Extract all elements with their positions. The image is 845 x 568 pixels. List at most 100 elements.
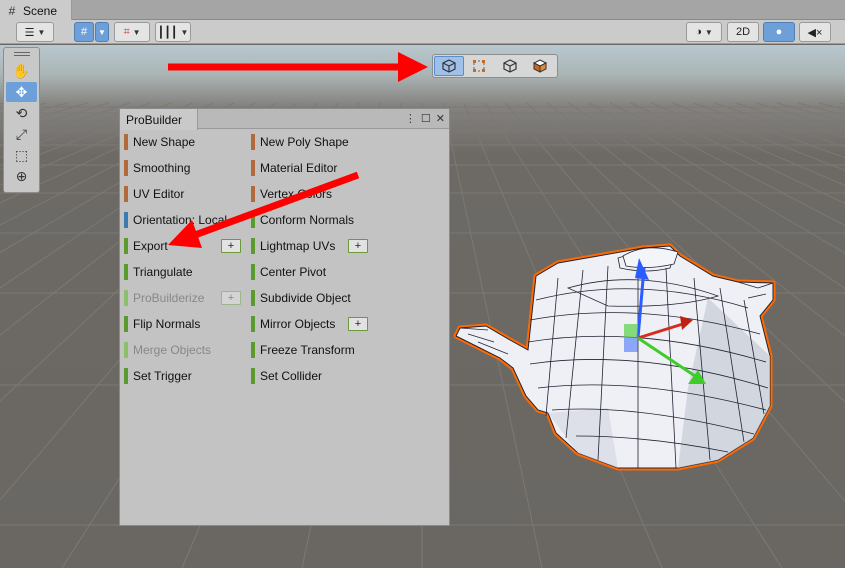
options-plus-button[interactable]: + [348,317,368,331]
hand-tool-button[interactable]: ✋ [6,61,37,81]
probuilder-action-center-pivot[interactable]: Center Pivot [251,263,326,281]
category-color-bar [124,212,128,228]
probuilder-action-triangulate[interactable]: Triangulate [124,263,193,281]
probuilder-action-conform-normals[interactable]: Conform Normals [251,211,354,229]
action-label: Triangulate [133,265,193,279]
probuilder-action-subdivide-object[interactable]: Subdivide Object [251,289,351,307]
action-label: Subdivide Object [260,291,351,305]
rect-icon: ⬚ [14,146,29,163]
vertex-mode-button[interactable] [465,56,494,76]
action-label: Conform Normals [260,213,355,227]
category-color-bar [251,186,255,202]
action-label: Material Editor [260,161,338,175]
grid-line [776,102,845,123]
category-color-bar [124,290,128,306]
grid-snap-icon: # [80,26,88,38]
probuilder-action-smoothing[interactable]: Smoothing [124,159,190,177]
close-icon[interactable]: ✕ [436,112,445,125]
probuilder-action-flip-normals[interactable]: Flip Normals [124,315,200,333]
teapot-model[interactable] [448,238,778,473]
snap-increment-dropdown[interactable]: ⌗ ▼ [114,22,150,42]
category-color-bar [124,316,128,332]
more-options-icon[interactable]: ⋮ [405,112,416,125]
panel-drag-handle[interactable] [4,48,39,60]
rotate-icon: ⟲ [15,104,28,121]
grid-snap-dropdown[interactable]: ▼ [95,22,109,42]
action-label: Orientation: Local [133,213,228,227]
vertex-icon [473,60,486,72]
category-color-bar [124,368,128,384]
probuilder-window: ProBuilder ⋮ ☐ ✕ New Shape Smoothing UV Ed… [119,108,450,526]
grid-icon: # [8,3,16,18]
tab-bar: # Scene [0,0,845,21]
probuilder-action-export[interactable]: Export [124,237,168,255]
action-label: Smoothing [133,161,191,175]
increment-snap-dropdown[interactable]: ┃┃┃ ▼ [155,22,191,42]
probuilder-action-uv-editor[interactable]: UV Editor [124,185,184,203]
action-label: Flip Normals [133,317,201,331]
action-label: UV Editor [133,187,185,201]
chevron-down-icon: ▼ [37,27,46,37]
probuilder-action-set-trigger[interactable]: Set Trigger [124,367,192,385]
category-color-bar [251,160,255,176]
scale-tool-button[interactable]: ⤢ [6,124,37,144]
probuilder-action-new-poly-shape[interactable]: New Poly Shape [251,133,349,151]
draw-mode-dropdown[interactable]: ☰ ▼ [16,22,54,42]
category-color-bar [251,290,255,306]
category-color-bar [124,134,128,150]
action-label: Merge Objects [133,343,212,357]
grid-line [818,102,845,110]
chevron-down-icon: ▼ [98,27,106,37]
probuilder-action-lightmap-uvs[interactable]: Lightmap UVs [251,237,335,255]
move-icon: ✥ [15,83,28,100]
category-color-bar [251,342,255,358]
probuilder-action-set-collider[interactable]: Set Collider [251,367,322,385]
action-label: Export [133,239,168,253]
action-label: New Poly Shape [260,135,349,149]
shading-mode-dropdown[interactable]: ◑ ▼ [686,22,722,42]
probuilder-title: ProBuilder [126,113,183,127]
options-plus-button[interactable]: + [221,239,241,253]
audio-toggle-button[interactable]: ◀× [799,22,831,42]
grid-snap-button[interactable]: # [74,22,94,42]
move-tool-button[interactable]: ✥ [6,82,37,102]
object-mode-button[interactable] [434,56,464,76]
category-color-bar [251,134,255,150]
action-label: New Shape [133,135,196,149]
lighting-toggle-button[interactable]: ● [763,22,795,42]
chevron-down-icon: ▼ [132,27,141,37]
category-color-bar [251,264,255,280]
ruler-icon: ┃┃┃ [157,26,178,39]
audio-mute-icon: ◀× [807,26,823,39]
face-mode-button[interactable] [526,56,555,76]
probuilder-action-material-editor[interactable]: Material Editor [251,159,337,177]
rotate-tool-button[interactable]: ⟲ [6,103,37,123]
probuilder-action-orientation-local[interactable]: Orientation: Local [124,211,227,229]
category-color-bar [251,238,255,254]
probuilder-header: ProBuilder ⋮ ☐ ✕ [120,109,449,130]
transform-tool-button[interactable]: ⊕ [6,166,37,186]
transform-tools-panel: ✋ ✥ ⟲ ⤢ ⬚ ⊕ [3,47,40,193]
action-label: ProBuilderize [133,291,205,305]
edge-mode-button[interactable] [495,56,524,76]
options-plus-button[interactable]: + [348,239,368,253]
tab-scene[interactable]: # Scene [0,0,72,21]
draw-mode-icon: ☰ [24,26,35,39]
sphere-icon: ◑ [695,26,702,38]
probuilder-action-vertex-colors[interactable]: Vertex Colors [251,185,332,203]
probuilder-action-freeze-transform[interactable]: Freeze Transform [251,341,355,359]
probuilder-action-new-shape[interactable]: New Shape [124,133,195,151]
action-label: Freeze Transform [260,343,355,357]
toggle-2d-button[interactable]: 2D [727,22,759,42]
transform-icon: ⊕ [15,167,28,184]
action-label: Set Trigger [133,369,192,383]
rect-tool-button[interactable]: ⬚ [6,145,37,165]
chevron-down-icon: ▼ [180,27,189,37]
snap-icon: ⌗ [123,25,130,38]
scale-icon: ⤢ [15,125,28,142]
action-label: Set Collider [260,369,323,383]
probuilder-tab[interactable]: ProBuilder [120,109,198,130]
maximize-icon[interactable]: ☐ [421,112,431,125]
probuilder-action-mirror-objects[interactable]: Mirror Objects [251,315,335,333]
toggle-2d-label: 2D [735,26,751,38]
